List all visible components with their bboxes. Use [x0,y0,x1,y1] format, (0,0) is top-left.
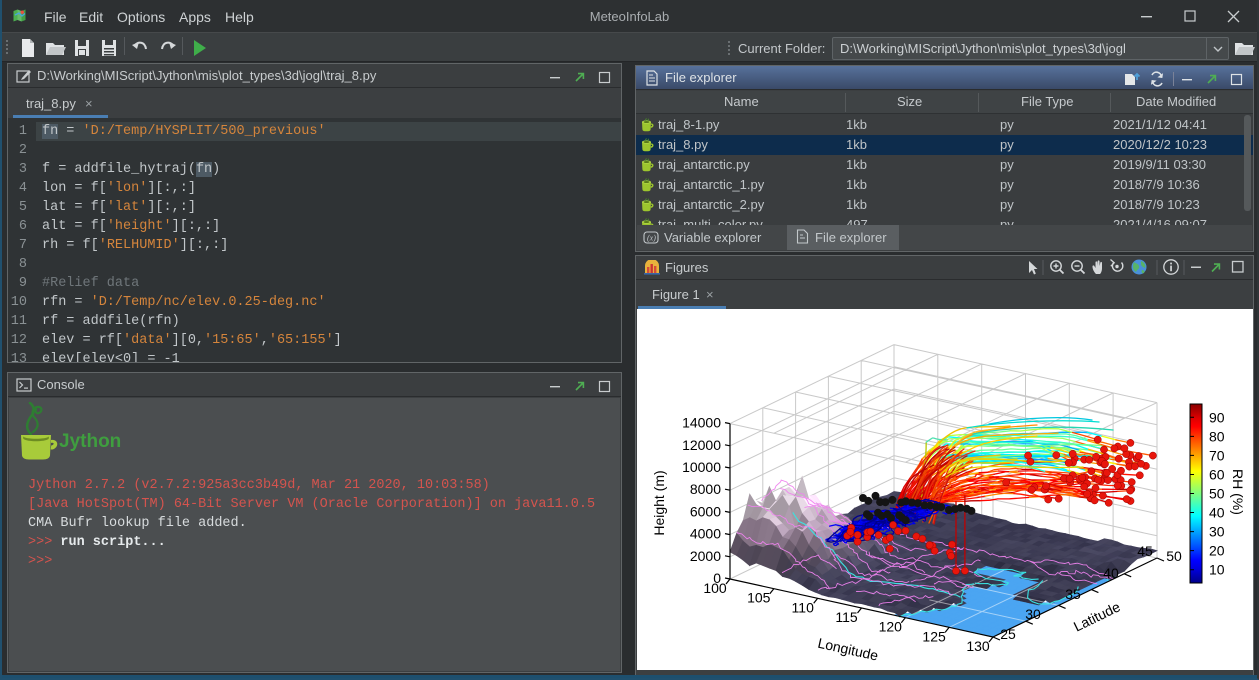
svg-text:110: 110 [792,599,815,615]
svg-text:125: 125 [922,628,946,644]
svg-text:45: 45 [1137,543,1153,559]
svg-text:60: 60 [1209,467,1225,483]
svg-text:10: 10 [1209,562,1225,578]
svg-text:Height (m): Height (m) [651,470,667,535]
svg-text:30: 30 [1025,606,1041,622]
svg-text:(x): (x) [647,234,656,243]
svg-text:8000: 8000 [690,481,721,497]
svg-text:40: 40 [1103,565,1119,581]
svg-text:25: 25 [1000,626,1016,642]
svg-text:115: 115 [835,609,858,625]
svg-text:35: 35 [1065,586,1081,602]
svg-text:105: 105 [747,590,771,606]
svg-text:100: 100 [703,580,727,596]
svg-text:2000: 2000 [690,548,721,564]
svg-text:30: 30 [1209,524,1225,540]
svg-text:90: 90 [1209,409,1225,425]
svg-text:130: 130 [966,638,990,654]
svg-text:Jython: Jython [59,431,121,452]
svg-text:80: 80 [1209,428,1225,444]
svg-text:120: 120 [879,619,903,635]
svg-text:12000: 12000 [682,437,721,453]
svg-text:6000: 6000 [690,503,721,519]
svg-text:20: 20 [1209,543,1225,559]
svg-text:40: 40 [1209,505,1225,521]
svg-text:50: 50 [1209,486,1225,502]
svg-text:14000: 14000 [682,415,721,431]
svg-text:50: 50 [1166,548,1182,564]
svg-text:RH (%): RH (%) [1230,469,1246,515]
svg-text:70: 70 [1209,447,1225,463]
svg-text:10000: 10000 [682,459,721,475]
svg-text:4000: 4000 [690,526,721,542]
